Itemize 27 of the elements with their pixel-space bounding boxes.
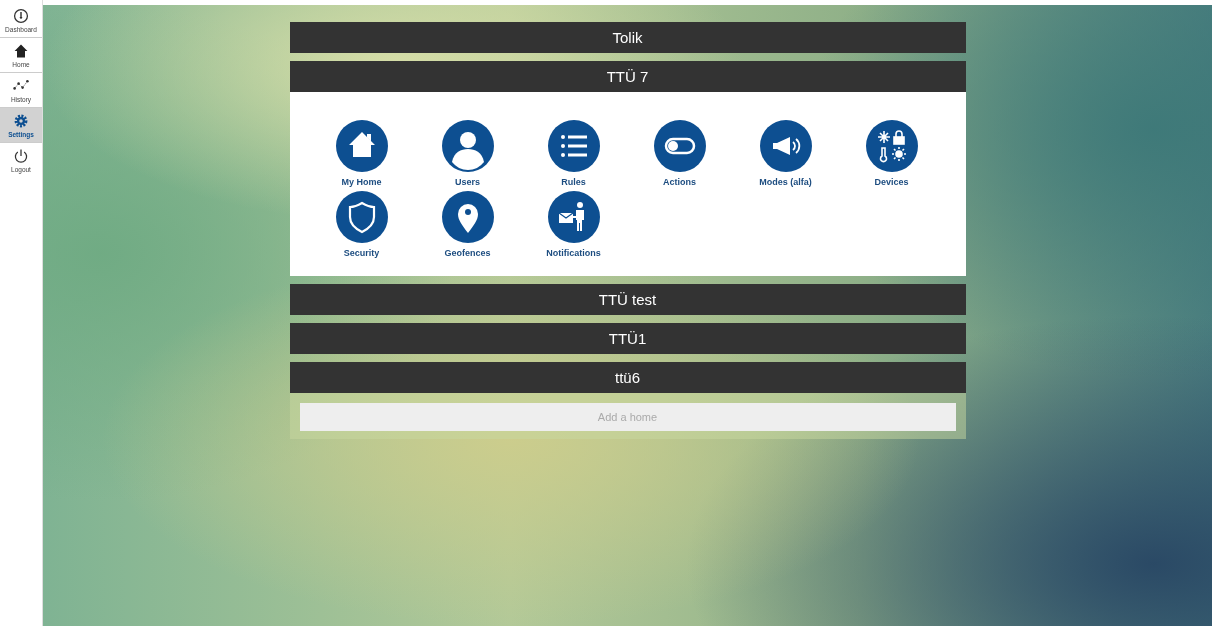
home-icon [13, 43, 29, 59]
gauge-icon [13, 8, 29, 24]
settings-tile[interactable]: Modes (alfa) [732, 120, 839, 187]
megaphone-icon [759, 120, 812, 172]
settings-tile[interactable]: Security [308, 191, 415, 258]
settings-tile[interactable]: Rules [520, 120, 627, 187]
settings-tile[interactable]: Notifications [520, 191, 627, 258]
home-icon [335, 120, 388, 172]
pin-icon [441, 191, 494, 243]
list-icon [547, 120, 600, 172]
mail-icon [547, 191, 600, 243]
settings-tile[interactable]: Actions [626, 120, 733, 187]
home-header[interactable]: Tolik [289, 22, 966, 53]
shield-icon [335, 191, 388, 243]
home-header[interactable]: TTÜ 7 [289, 61, 966, 92]
home-header[interactable]: TTÜ test [289, 284, 966, 315]
settings-tile[interactable]: Geofences [414, 191, 521, 258]
settings-tile[interactable]: My Home [308, 120, 415, 187]
home-header[interactable]: TTÜ1 [289, 323, 966, 354]
toggle-icon [653, 120, 706, 172]
settings-icon [13, 113, 29, 129]
settings-tile[interactable]: Devices [838, 120, 945, 187]
devices-icon [865, 120, 918, 172]
user-icon [441, 120, 494, 172]
home-header[interactable]: ttü6 [289, 362, 966, 393]
settings-tile[interactable]: Users [414, 120, 521, 187]
power-icon [13, 148, 29, 164]
